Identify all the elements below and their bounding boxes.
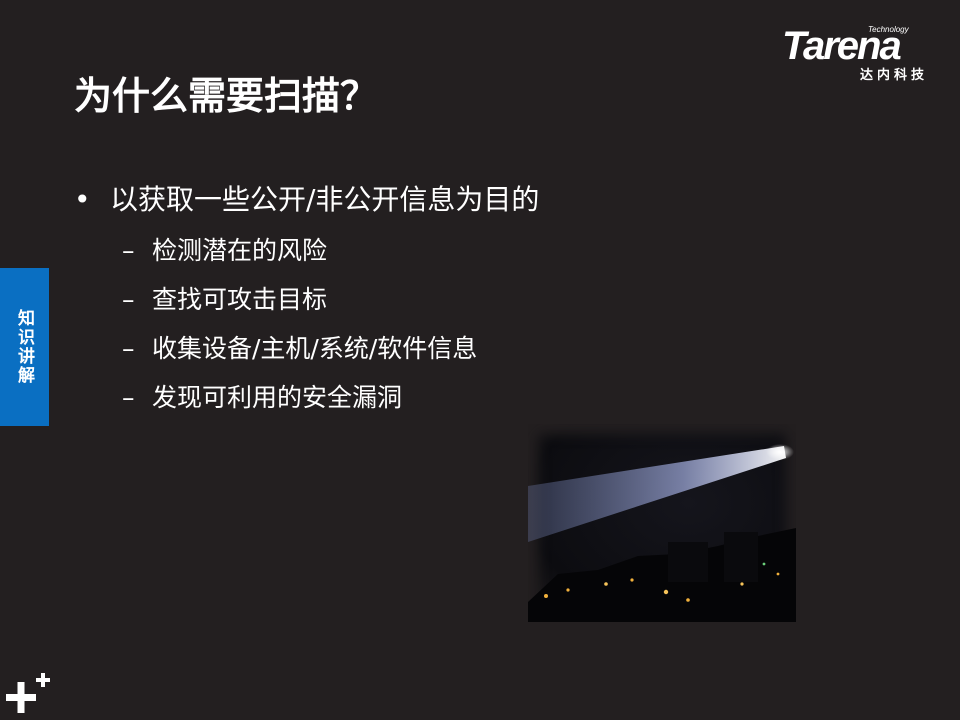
searchlight-beam-icon [528, 444, 796, 622]
list-item-text: 检测潜在的风险 [152, 236, 328, 265]
logo-chinese-text: 达内科技 [860, 68, 929, 83]
logo-brand-text: Tarena [782, 24, 902, 68]
dash-marker: – [122, 383, 135, 412]
list-item: – 发现可利用的安全漏洞 [122, 379, 477, 428]
list-item-text: 查找可攻击目标 [152, 285, 328, 314]
sub-bullet-list: – 检测潜在的风险 – 查找可攻击目标 – 收集设备/主机/系统/软件信息 – 发现可利… [122, 232, 477, 428]
main-bullet: • 以获取一些公开/非公开信息为目的 [74, 180, 539, 220]
list-item-text: 收集设备/主机/系统/软件信息 [152, 334, 478, 363]
list-item: – 收集设备/主机/系统/软件信息 [122, 330, 477, 379]
list-item: – 查找可攻击目标 [122, 281, 477, 330]
dash-marker: – [122, 236, 135, 265]
list-item: – 检测潜在的风险 [122, 232, 477, 281]
main-bullet-text: 以获取一些公开/非公开信息为目的 [110, 183, 540, 216]
side-tab-label: 知识讲解 [14, 309, 34, 385]
plus-plus-icon [6, 673, 50, 713]
side-section-tab: 知识讲解 [0, 268, 49, 426]
searchlight-photo [528, 424, 796, 622]
dash-marker: – [122, 285, 135, 314]
dash-marker: – [122, 334, 135, 363]
slide: Technology Tarena 达内科技 为什么需要扫描？ 知识讲解 • 以获… [0, 0, 960, 720]
tarena-logo: Technology Tarena 达内科技 [782, 22, 947, 84]
slide-title: 为什么需要扫描？ [74, 74, 379, 118]
list-item-text: 发现可利用的安全漏洞 [152, 383, 403, 412]
bullet-marker: • [74, 183, 91, 216]
